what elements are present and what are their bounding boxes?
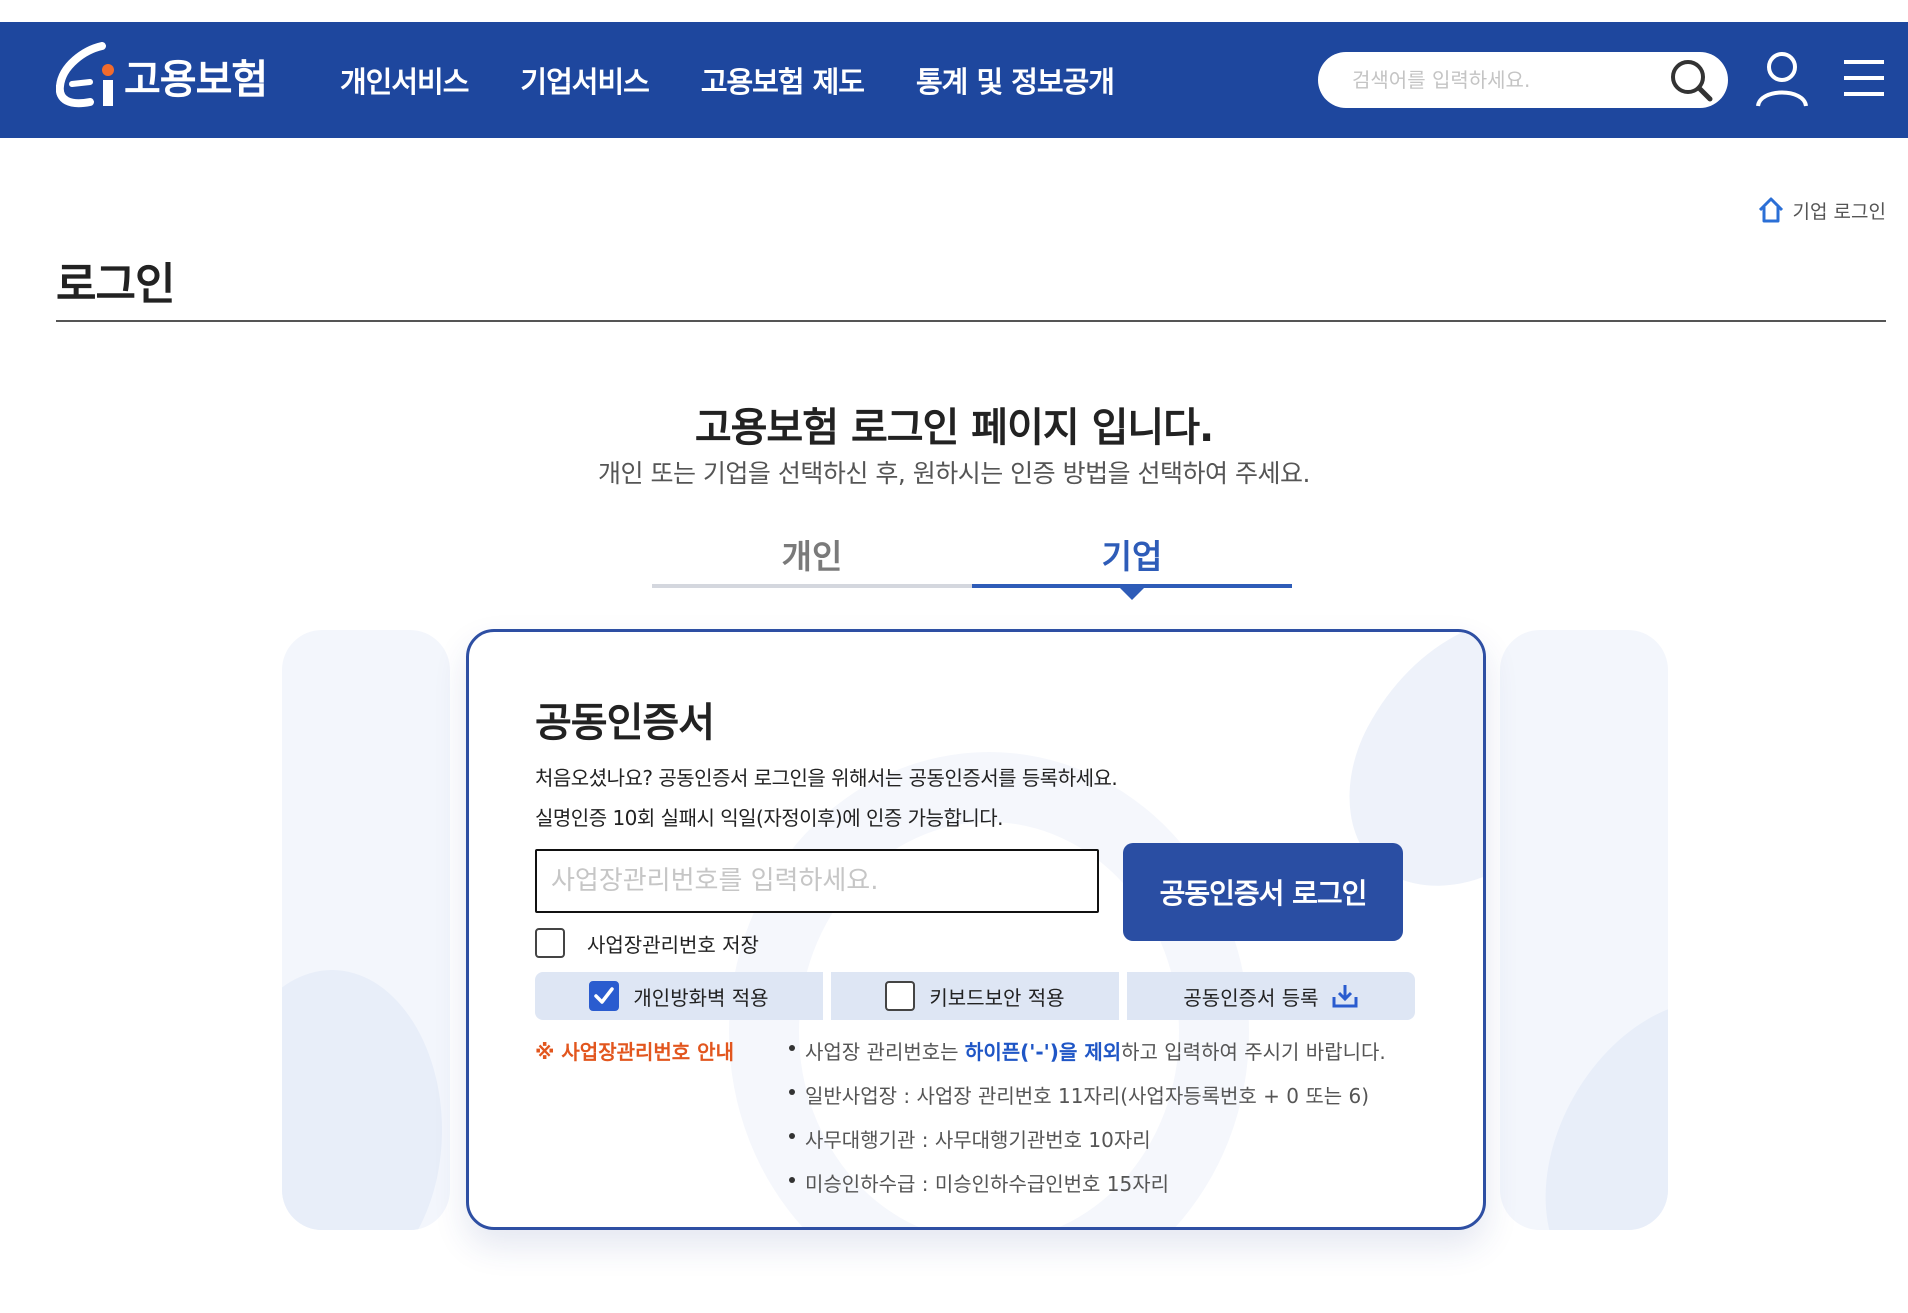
card-title: 공동인증서	[535, 700, 715, 746]
card-auth-notice: 실명인증 10회 실패시 익일(자정이후)에 인증 가능합니다.	[535, 806, 1004, 830]
breadcrumb-current: 기업 로그인	[1792, 200, 1886, 223]
firewall-option[interactable]: 개인방화벽 적용	[535, 972, 823, 1020]
register-certificate-option[interactable]: 공동인증서 등록	[1127, 972, 1415, 1020]
business-number-input[interactable]	[535, 849, 1099, 913]
keyboard-security-option[interactable]: 키보드보안 적용	[831, 972, 1119, 1020]
tab-company[interactable]: 기업	[972, 526, 1292, 600]
logo-icon	[56, 42, 114, 108]
login-type-tabs: 개인 기업	[652, 526, 1292, 600]
breadcrumb: 기업 로그인	[1757, 196, 1886, 224]
keyboard-security-label: 키보드보안 적용	[929, 985, 1065, 1010]
top-header: 고용보험 개인서비스 기업서비스 고용보험 제도 통계 및 정보공개	[0, 22, 1908, 138]
register-certificate-label: 공동인증서 등록	[1183, 985, 1319, 1010]
tab-active-indicator	[1120, 588, 1144, 600]
logo-text: 고용보험	[124, 57, 268, 103]
page-title: 로그인	[56, 259, 175, 310]
intro-subtext: 개인 또는 기업을 선택하신 후, 원하시는 인증 방법을 선택하여 주세요.	[598, 459, 1310, 488]
save-number-label[interactable]: 사업장관리번호 저장	[587, 929, 759, 958]
notice-item: 일반사업장 : 사업장 관리번호 11자리(사업자등록번호 + 0 또는 6)	[789, 1080, 1386, 1124]
nav-statistics[interactable]: 통계 및 정보공개	[916, 59, 1115, 101]
firewall-label: 개인방화벽 적용	[633, 985, 769, 1010]
notice-item: 사업장 관리번호는 하이픈('-')을 제외하고 입력하여 주시기 바랍니다.	[789, 1036, 1386, 1080]
download-icon	[1332, 985, 1358, 1008]
certificate-login-card: 공동인증서 처음오셨나요? 공동인증서 로그인을 위해서는 공동인증서를 등록하…	[466, 629, 1486, 1230]
site-logo[interactable]: 고용보험	[56, 42, 268, 110]
home-icon[interactable]	[1757, 196, 1785, 224]
business-number-notice-title: ※ 사업장관리번호 안내	[535, 1040, 734, 1064]
side-card-left	[282, 630, 450, 1230]
tab-company-label: 기업	[1101, 537, 1163, 576]
keyboard-security-checkbox[interactable]	[885, 981, 916, 1011]
card-description: 처음오셨나요? 공동인증서 로그인을 위해서는 공동인증서를 등록하세요.	[535, 766, 1118, 790]
search-input[interactable]	[1352, 68, 1652, 92]
menu-icon[interactable]	[1842, 58, 1886, 98]
user-icon[interactable]	[1754, 50, 1810, 108]
save-number-checkbox[interactable]	[535, 928, 565, 958]
notice-item: 미승인하수급 : 미승인하수급인번호 15자리	[789, 1168, 1386, 1212]
business-number-notice-list: 사업장 관리번호는 하이픈('-')을 제외하고 입력하여 주시기 바랍니다. …	[789, 1036, 1386, 1212]
hyphen-highlight: 하이픈('-')을 제외	[964, 1040, 1122, 1064]
save-number-row: 사업장관리번호 저장	[535, 928, 759, 958]
tab-personal[interactable]: 개인	[652, 526, 972, 588]
intro-heading: 고용보험 로그인 페이지 입니다.	[694, 405, 1214, 451]
nav-personal-service[interactable]: 개인서비스	[340, 59, 469, 101]
search-box	[1318, 52, 1728, 108]
title-divider	[56, 320, 1886, 322]
security-options: 개인방화벽 적용 키보드보안 적용 공동인증서 등록	[535, 972, 1415, 1020]
nav-insurance-system[interactable]: 고용보험 제도	[701, 59, 865, 101]
notice-item: 사무대행기관 : 사무대행기관번호 10자리	[789, 1124, 1386, 1168]
check-icon	[594, 987, 615, 1004]
main-nav: 개인서비스 기업서비스 고용보험 제도 통계 및 정보공개	[340, 22, 1166, 138]
nav-company-service[interactable]: 기업서비스	[520, 59, 649, 101]
certificate-login-button[interactable]: 공동인증서 로그인	[1123, 843, 1403, 941]
side-card-right	[1500, 630, 1668, 1230]
firewall-checkbox[interactable]	[589, 981, 620, 1011]
search-icon[interactable]	[1668, 57, 1714, 103]
